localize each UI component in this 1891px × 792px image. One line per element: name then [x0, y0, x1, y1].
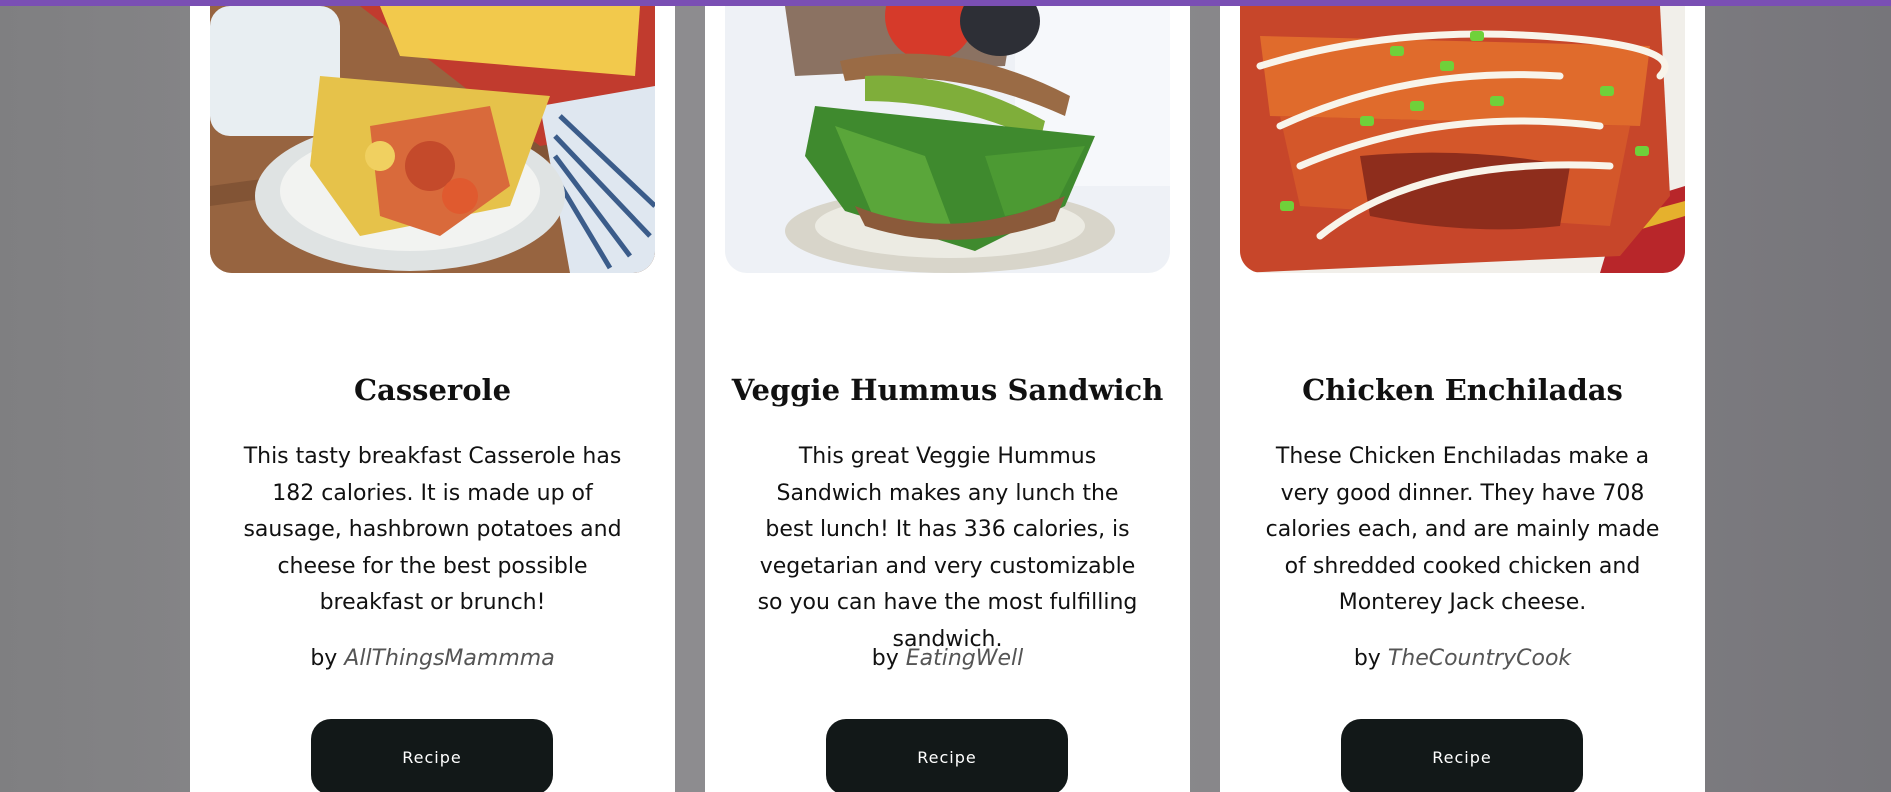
recipe-button[interactable]: Recipe: [311, 719, 553, 792]
enchiladas-photo: [1240, 6, 1685, 273]
recipe-button[interactable]: Recipe: [1341, 719, 1583, 792]
recipe-card-veggie-hummus-sandwich: Veggie Hummus Sandwich This great Veggie…: [705, 6, 1190, 792]
recipe-button[interactable]: Recipe: [826, 719, 1068, 792]
recipe-title: Chicken Enchiladas: [1302, 373, 1623, 407]
casserole-photo: [210, 6, 655, 273]
recipe-description: This great Veggie Hummus Sandwich makes …: [757, 444, 1138, 652]
recipe-title: Veggie Hummus Sandwich: [731, 373, 1164, 407]
recipe-byline: by TheCountryCook: [1220, 646, 1705, 671]
recipe-author: AllThingsMammma: [344, 646, 555, 671]
by-label: by: [310, 646, 338, 671]
recipe-byline: by EatingWell: [705, 646, 1190, 671]
sandwich-photo: [725, 6, 1170, 273]
recipe-description: This tasty breakfast Casserole has 182 c…: [243, 444, 622, 615]
recipe-card-casserole: Casserole This tasty breakfast Casserole…: [190, 6, 675, 792]
by-label: by: [1353, 646, 1381, 671]
recipe-author: EatingWell: [905, 646, 1024, 671]
recipe-author: TheCountryCook: [1387, 646, 1572, 671]
by-label: by: [871, 646, 899, 671]
recipe-card-chicken-enchiladas: Chicken Enchiladas These Chicken Enchila…: [1220, 6, 1705, 792]
recipe-title: Casserole: [353, 373, 512, 407]
recipe-description: These Chicken Enchiladas make a very goo…: [1265, 444, 1660, 615]
recipe-byline: by AllThingsMammma: [190, 646, 675, 671]
